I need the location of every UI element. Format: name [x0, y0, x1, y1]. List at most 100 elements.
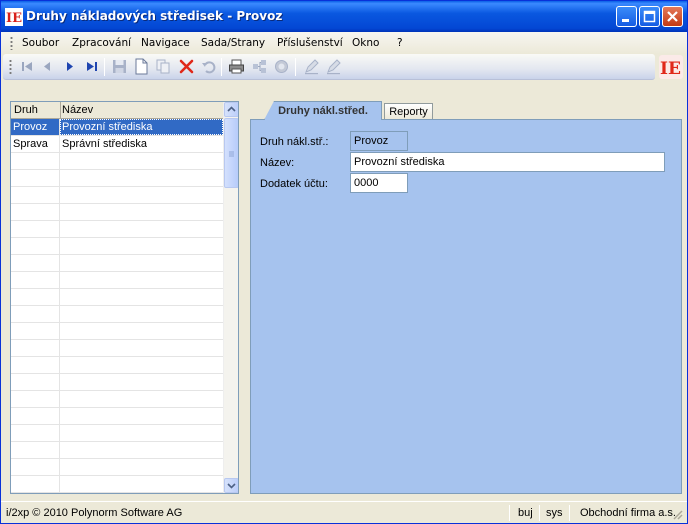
cell-druh[interactable] — [11, 187, 60, 203]
title-bar[interactable]: IE Druhy nákladových středisek - Provoz — [1, 1, 687, 32]
table-row[interactable] — [11, 476, 223, 493]
cell-druh[interactable] — [11, 170, 60, 186]
minimize-button[interactable] — [616, 6, 637, 27]
table-row[interactable] — [11, 289, 223, 306]
column-header-druh[interactable]: Druh — [14, 104, 38, 116]
cell-druh[interactable] — [11, 476, 60, 492]
cell-nazev[interactable] — [60, 289, 223, 305]
cell-druh[interactable] — [11, 408, 60, 424]
resize-grip-icon[interactable] — [671, 508, 683, 520]
cell-druh[interactable] — [11, 374, 60, 390]
table-row[interactable] — [11, 170, 223, 187]
next-record-icon[interactable] — [61, 58, 78, 75]
cell-nazev[interactable] — [60, 476, 223, 492]
cell-nazev[interactable] — [60, 153, 223, 169]
menu-grip[interactable] — [10, 36, 13, 50]
cell-druh[interactable] — [11, 238, 60, 254]
cell-nazev[interactable] — [60, 204, 223, 220]
cell-nazev[interactable] — [60, 442, 223, 458]
tab-reporty[interactable]: Reporty — [384, 103, 433, 119]
dodatek-field[interactable]: 0000 — [350, 173, 408, 193]
cell-druh[interactable] — [11, 153, 60, 169]
table-row[interactable] — [11, 272, 223, 289]
cell-druh[interactable] — [11, 442, 60, 458]
cell-nazev[interactable] — [60, 408, 223, 424]
table-row[interactable] — [11, 204, 223, 221]
cell-nazev[interactable] — [60, 340, 223, 356]
cell-nazev[interactable]: Provozní střediska — [60, 119, 223, 135]
scroll-thumb[interactable] — [224, 118, 238, 188]
table-row[interactable] — [11, 306, 223, 323]
menu-sada-strany[interactable]: Sada/Strany — [201, 37, 265, 49]
cell-nazev[interactable] — [60, 187, 223, 203]
cell-nazev[interactable] — [60, 323, 223, 339]
cell-nazev[interactable] — [60, 391, 223, 407]
table-row[interactable] — [11, 391, 223, 408]
edit-pen-alt-icon[interactable] — [325, 58, 342, 75]
toolbar-grip[interactable] — [9, 59, 12, 75]
table-row[interactable] — [11, 340, 223, 357]
table-row[interactable] — [11, 238, 223, 255]
records-grid[interactable]: Druh Název Provoz Provozní střediska Sprav… — [10, 101, 239, 494]
cell-nazev[interactable] — [60, 221, 223, 237]
cell-druh[interactable] — [11, 340, 60, 356]
cell-nazev[interactable] — [60, 238, 223, 254]
grid-scrollbar[interactable] — [223, 102, 238, 493]
column-divider[interactable] — [60, 102, 61, 119]
last-record-icon[interactable] — [83, 58, 100, 75]
table-row[interactable] — [11, 255, 223, 272]
previous-record-icon[interactable] — [39, 58, 56, 75]
cell-nazev[interactable]: Správní střediska — [60, 136, 223, 152]
table-row[interactable] — [11, 442, 223, 459]
menu-navigace[interactable]: Navigace — [141, 37, 190, 49]
menu-zpracovani[interactable]: Zpracování — [72, 37, 131, 49]
delete-icon[interactable] — [178, 58, 195, 75]
cell-nazev[interactable] — [60, 306, 223, 322]
table-row[interactable]: Sprava Správní střediska — [11, 136, 223, 153]
edit-pen-icon[interactable] — [303, 58, 320, 75]
menu-prislusenstvi[interactable]: Příslušenství — [277, 37, 343, 49]
cell-druh[interactable] — [11, 425, 60, 441]
cell-druh[interactable] — [11, 391, 60, 407]
cell-druh[interactable] — [11, 306, 60, 322]
cell-druh[interactable]: Provoz — [11, 119, 60, 135]
print-icon[interactable] — [228, 58, 245, 75]
table-row[interactable] — [11, 408, 223, 425]
disabled-circle-icon[interactable] — [273, 58, 290, 75]
cell-nazev[interactable] — [60, 459, 223, 475]
scroll-down-button[interactable] — [224, 478, 238, 493]
cell-druh[interactable] — [11, 357, 60, 373]
new-record-icon[interactable] — [133, 58, 150, 75]
undo-icon[interactable] — [200, 58, 217, 75]
maximize-button[interactable] — [639, 6, 660, 27]
cell-druh[interactable] — [11, 289, 60, 305]
table-row[interactable] — [11, 323, 223, 340]
cell-nazev[interactable] — [60, 357, 223, 373]
table-row[interactable]: Provoz Provozní střediska — [11, 119, 223, 136]
nazev-field[interactable]: Provozní střediska — [350, 152, 665, 172]
cell-druh[interactable] — [11, 272, 60, 288]
cell-nazev[interactable] — [60, 425, 223, 441]
copy-record-icon[interactable] — [155, 58, 172, 75]
close-button[interactable] — [662, 6, 683, 27]
tab-druhy-nakl-stred[interactable]: Druhy nákl.střed. — [264, 101, 382, 120]
cell-nazev[interactable] — [60, 255, 223, 271]
cell-druh[interactable] — [11, 204, 60, 220]
first-record-icon[interactable] — [19, 58, 36, 75]
menu-help[interactable]: ? — [397, 37, 403, 49]
menu-okno[interactable]: Okno — [352, 37, 379, 49]
hierarchy-icon[interactable] — [251, 58, 268, 75]
cell-nazev[interactable] — [60, 170, 223, 186]
table-row[interactable] — [11, 357, 223, 374]
druh-field[interactable]: Provoz — [350, 131, 408, 151]
table-row[interactable] — [11, 459, 223, 476]
table-row[interactable] — [11, 221, 223, 238]
cell-druh[interactable] — [11, 221, 60, 237]
cell-druh[interactable] — [11, 459, 60, 475]
cell-druh[interactable] — [11, 255, 60, 271]
save-icon[interactable] — [111, 58, 128, 75]
scroll-up-button[interactable] — [224, 102, 238, 117]
cell-nazev[interactable] — [60, 272, 223, 288]
table-row[interactable] — [11, 374, 223, 391]
menu-soubor[interactable]: Soubor — [22, 37, 59, 49]
